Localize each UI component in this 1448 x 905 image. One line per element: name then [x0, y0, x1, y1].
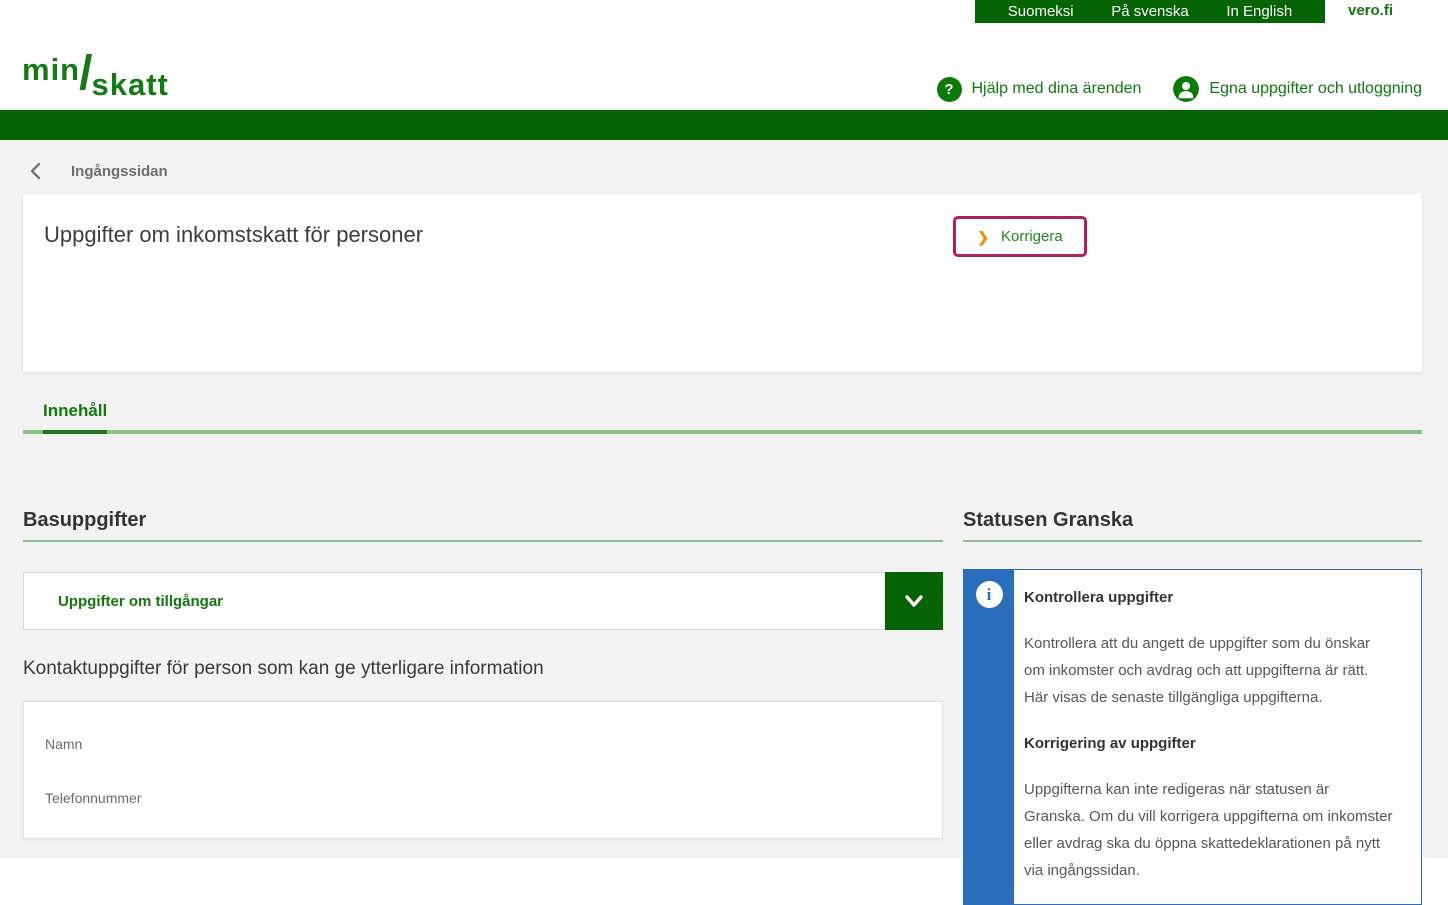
header: min/skatt ? Hjälp med dina ärenden Egna …	[0, 23, 1448, 110]
tab-bar: Innehåll	[23, 394, 1422, 434]
contact-section-heading: Kontaktuppgifter för person som kan ge y…	[23, 656, 943, 682]
vero-fi-link[interactable]: vero.fi	[1348, 2, 1393, 19]
account-link-label: Egna uppgifter och utloggning	[1209, 80, 1422, 98]
basuppgifter-heading: Basuppgifter	[23, 508, 943, 542]
accordion-expand-button[interactable]	[885, 572, 943, 630]
header-links: ? Hjälp med dina ärenden Egna uppgifter …	[937, 76, 1423, 102]
language-link-in-english[interactable]: In English	[1226, 3, 1292, 20]
green-band	[0, 110, 1448, 140]
help-link[interactable]: ? Hjälp med dina ärenden	[937, 77, 1142, 102]
status-granska-heading: Statusen Granska	[963, 508, 1422, 542]
info-heading-korrigering: Korrigering av uppgifter	[1024, 735, 1393, 752]
chevron-left-icon	[30, 162, 41, 180]
utility-row: Suomeksi På svenska In English vero.fi	[0, 0, 1448, 23]
breadcrumb-back[interactable]: Ingångssidan	[0, 140, 194, 194]
main-content: Ingångssidan Uppgifter om inkomstskatt f…	[0, 140, 1448, 858]
status-info-box: i Kontrollera uppgifter Kontrollera att …	[963, 569, 1422, 905]
name-field[interactable]: Namn	[24, 720, 942, 774]
info-paragraph-kontrollera: Kontrollera att du angett de uppgifter s…	[1024, 630, 1393, 711]
language-link-pa-svenska[interactable]: På svenska	[1111, 3, 1189, 20]
two-column-layout: Basuppgifter Uppgifter om tillgångar Kon…	[23, 508, 1422, 905]
help-question-icon: ?	[937, 77, 962, 102]
person-icon	[1173, 76, 1199, 102]
contact-fields-panel: Namn Telefonnummer	[23, 701, 943, 839]
info-box-content: Kontrollera uppgifter Kontrollera att du…	[1014, 570, 1421, 904]
info-paragraph-korrigering: Uppgifterna kan inte redigeras när statu…	[1024, 776, 1393, 884]
info-heading-kontrollera: Kontrollera uppgifter	[1024, 589, 1393, 606]
breadcrumb-label: Ingångssidan	[71, 163, 168, 180]
help-link-label: Hjälp med dina ärenden	[972, 80, 1142, 98]
info-icon: i	[976, 581, 1003, 608]
logo-text-skatt: skatt	[91, 67, 168, 102]
korrigera-button[interactable]: ❯ Korrigera	[953, 216, 1087, 257]
language-link-suomeksi[interactable]: Suomeksi	[1008, 3, 1074, 20]
accordion-label: Uppgifter om tillgångar	[58, 593, 223, 610]
right-column: Statusen Granska i Kontrollera uppgifter…	[963, 508, 1422, 905]
tillgangar-accordion[interactable]: Uppgifter om tillgångar	[23, 572, 943, 630]
account-link[interactable]: Egna uppgifter och utloggning	[1173, 76, 1422, 102]
info-box-blue-strip: i	[964, 570, 1014, 904]
page-header-card: Uppgifter om inkomstskatt för personer ❯…	[23, 194, 1422, 372]
page-title: Uppgifter om inkomstskatt för personer	[44, 222, 423, 248]
logo-text-min: min	[22, 52, 80, 87]
left-column: Basuppgifter Uppgifter om tillgångar Kon…	[23, 508, 943, 839]
language-bar: Suomeksi På svenska In English	[975, 0, 1325, 23]
tab-innehall[interactable]: Innehåll	[43, 401, 107, 434]
minskatt-logo[interactable]: min/skatt	[22, 37, 169, 92]
chevron-right-icon: ❯	[977, 230, 989, 244]
korrigera-button-label: Korrigera	[1001, 228, 1063, 245]
phone-field[interactable]: Telefonnummer	[24, 774, 942, 828]
chevron-down-icon	[900, 587, 928, 615]
